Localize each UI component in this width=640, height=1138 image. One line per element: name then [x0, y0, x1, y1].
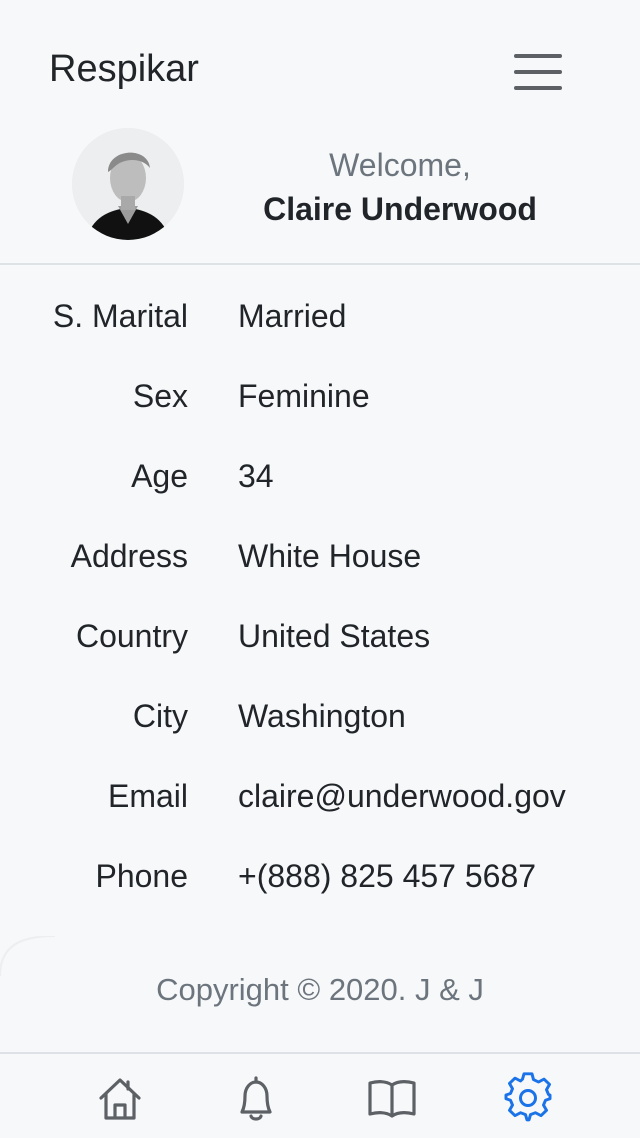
welcome-text: Welcome,	[329, 147, 471, 183]
detail-row-sex: Sex Feminine	[0, 360, 640, 440]
detail-value: +(888) 825 457 5687	[238, 858, 537, 894]
detail-value: Washington	[238, 698, 406, 734]
book-icon	[368, 1080, 416, 1118]
detail-row-marital: S. Marital Married	[0, 280, 640, 360]
app-title: Respikar	[49, 48, 199, 90]
detail-label: Email	[107, 778, 188, 814]
detail-value: White House	[238, 538, 422, 574]
detail-row-country: Country United States	[0, 600, 640, 680]
detail-value: Feminine	[238, 378, 370, 414]
nav-book[interactable]	[366, 1072, 418, 1124]
copyright-text: Copyright © 2020. J & J	[156, 972, 484, 1007]
hamburger-icon	[514, 70, 562, 74]
profile-header: Welcome, Claire Underwood	[0, 125, 640, 265]
gear-icon	[504, 1072, 552, 1122]
home-icon	[99, 1078, 141, 1120]
profile-details: S. Marital Married Sex Feminine Age 34 A…	[0, 280, 640, 920]
user-name: Claire Underwood	[263, 191, 537, 227]
bell-icon	[240, 1076, 272, 1121]
detail-label: Phone	[95, 858, 188, 894]
detail-value: 34	[238, 458, 274, 494]
detail-row-city: City Washington	[0, 680, 640, 760]
detail-row-age: Age 34	[0, 440, 640, 520]
detail-row-address: Address White House	[0, 520, 640, 600]
detail-label: S. Marital	[52, 298, 188, 334]
detail-label: Address	[70, 538, 188, 574]
menu-button[interactable]	[508, 48, 568, 96]
detail-value: Married	[238, 298, 347, 334]
bottom-nav	[0, 1052, 640, 1138]
hamburger-icon	[514, 54, 562, 58]
top-bar: Respikar	[0, 0, 640, 145]
detail-label: Age	[131, 458, 188, 494]
detail-row-phone: Phone +(888) 825 457 5687	[0, 840, 640, 920]
nav-settings[interactable]	[502, 1072, 554, 1124]
detail-row-email: Email claire@underwood.gov	[0, 760, 640, 840]
avatar	[72, 128, 184, 240]
detail-label: Sex	[132, 378, 188, 414]
detail-value: claire@underwood.gov	[238, 778, 566, 814]
nav-notifications[interactable]	[230, 1072, 282, 1124]
detail-value: United States	[238, 618, 431, 654]
detail-label: Country	[75, 618, 188, 654]
nav-home[interactable]	[94, 1072, 146, 1124]
hamburger-icon	[514, 86, 562, 90]
detail-label: City	[132, 698, 188, 734]
